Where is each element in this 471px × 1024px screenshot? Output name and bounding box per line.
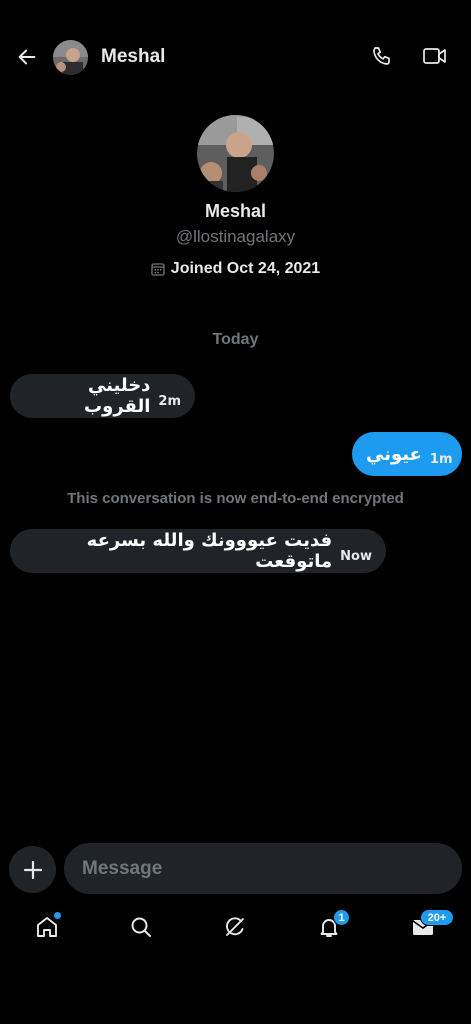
avatar[interactable] xyxy=(53,40,88,75)
bottom-nav: 1 20+ xyxy=(0,900,471,960)
back-button[interactable] xyxy=(12,42,42,72)
message-bubble-outgoing[interactable]: عيوني 1m xyxy=(352,432,462,476)
encryption-notice: This conversation is now end-to-end encr… xyxy=(67,490,404,507)
nav-messages[interactable]: 20+ xyxy=(408,909,454,942)
message-input[interactable] xyxy=(64,843,462,894)
messages-badge: 20+ xyxy=(420,909,454,926)
contact-name[interactable]: Meshal xyxy=(101,46,165,68)
video-camera-icon xyxy=(423,48,446,64)
message-time: Now xyxy=(340,548,372,564)
add-attachment-button[interactable] xyxy=(9,846,56,893)
message-bubble-incoming[interactable]: دخليني القروب 2m xyxy=(10,374,195,418)
profile-name: Meshal xyxy=(204,201,267,221)
joined-date: Joined Oct 24, 2021 xyxy=(0,260,471,278)
grok-icon xyxy=(226,917,244,936)
system-bar xyxy=(0,988,471,1024)
message-text: فديت عيووونك والله بسرعه ماتوقعت xyxy=(86,530,333,572)
plus-icon xyxy=(23,860,42,879)
notifications-badge: 1 xyxy=(333,909,350,926)
message-bubble-incoming[interactable]: فديت عيووونك والله بسرعه ماتوقعت Now xyxy=(10,529,386,573)
profile-avatar[interactable] xyxy=(197,115,274,192)
video-call-button[interactable] xyxy=(421,44,451,70)
date-divider: Today xyxy=(212,331,259,348)
message-time: 1m xyxy=(429,451,453,467)
call-button[interactable] xyxy=(370,44,396,70)
search-icon xyxy=(131,917,151,937)
phone-icon xyxy=(373,47,390,65)
arrow-left-icon xyxy=(18,49,36,65)
home-unread-dot xyxy=(54,912,61,919)
nav-home[interactable] xyxy=(32,912,62,942)
message-time: 2m xyxy=(158,393,181,409)
calendar-icon xyxy=(151,263,165,276)
nav-grok[interactable] xyxy=(220,912,250,942)
joined-label: Joined Oct 24, 2021 xyxy=(170,260,321,277)
message-text: عيوني xyxy=(366,443,422,465)
nav-notifications[interactable]: 1 xyxy=(314,909,350,942)
conversation-header: Meshal xyxy=(0,0,471,112)
nav-search[interactable] xyxy=(126,912,156,942)
profile-handle: @llostinagalaxy xyxy=(175,227,296,246)
message-text: دخليني القروب xyxy=(84,375,151,417)
